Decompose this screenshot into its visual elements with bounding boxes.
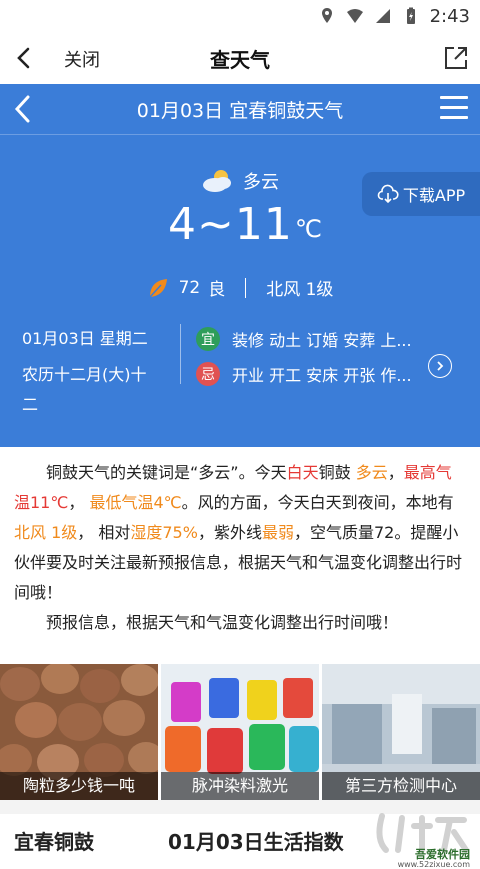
menu-icon[interactable]: [440, 96, 468, 122]
gallery-tile-dye-laser[interactable]: 脉冲染料激光: [161, 664, 319, 800]
article-text: 。风的方面，今天白天到夜间，本地有: [181, 493, 454, 512]
ad-gallery: 陶粒多少钱一吨 脉冲染料激光 第三方检测中心: [0, 664, 480, 800]
weather-nav-title: 01月03日 宜春铜鼓天气: [136, 100, 344, 122]
aqi-separator: [245, 277, 247, 298]
article-text: ，: [68, 493, 90, 512]
yi-badge: 宜: [196, 327, 220, 351]
article-text: ，: [387, 463, 404, 482]
gallery-caption: 脉冲染料激光: [161, 772, 319, 800]
back-arrow-icon[interactable]: [10, 44, 38, 72]
watermark-url: www.52zixue.com: [397, 860, 470, 869]
almanac-more-button[interactable]: [428, 354, 452, 378]
weather-article: 铜鼓天气的关键词是“多云”。今天白天铜鼓 多云，最高气温11℃， 最低气温4℃。…: [14, 458, 464, 638]
download-app-button[interactable]: 下载APP: [362, 172, 480, 216]
yi-row: 宜 装修 动土 订婚 安葬 上...: [196, 327, 412, 351]
status-bar: 2:43: [0, 0, 480, 32]
article-text: ，紫外线: [197, 523, 262, 542]
article-highlight: 最低气温4℃: [89, 493, 182, 512]
cloud-download-icon: [377, 184, 399, 204]
status-icons: 2:43: [318, 0, 470, 32]
close-button[interactable]: 关闭: [64, 46, 100, 72]
article-text: ， 相对: [77, 523, 131, 542]
article-text: 铜鼓: [318, 463, 356, 482]
location-icon: [321, 8, 332, 23]
ji-row: 忌 开业 开工 安床 开张 作...: [196, 362, 412, 386]
ji-badge: 忌: [196, 362, 220, 386]
temperature-unit: ℃: [294, 215, 323, 243]
almanac-date: 01月03日 星期二 农历十二月(大)十二: [22, 324, 162, 420]
ji-text: 开业 开工 安床 开张 作...: [232, 366, 412, 385]
temperature-range: 4~11: [168, 199, 293, 250]
life-index-location: 宜春铜鼓: [14, 830, 94, 854]
article-highlight: 北风 1级: [14, 523, 78, 542]
article-paragraph: 铜鼓天气的关键词是“多云”。今天白天铜鼓 多云，最高气温11℃， 最低气温4℃。…: [14, 458, 464, 608]
gallery-tile-clay-pellets[interactable]: 陶粒多少钱一吨: [0, 664, 158, 800]
weather-nav: 01月03日 宜春铜鼓天气: [0, 84, 480, 135]
battery-icon: [406, 7, 415, 24]
gallery-caption: 陶粒多少钱一吨: [0, 772, 158, 800]
lunar-date: 农历十二月(大)十二: [22, 365, 147, 414]
app-bar: 关闭 查天气: [0, 32, 480, 85]
download-app-label: 下载APP: [402, 186, 466, 205]
leaf-icon: [149, 278, 167, 297]
life-index-title: 01月03日生活指数: [168, 830, 344, 854]
nav-back-icon[interactable]: [8, 93, 40, 125]
article-highlight: 白天: [286, 463, 319, 482]
yi-text: 装修 动土 订婚 安葬 上...: [232, 331, 412, 350]
signal-icon: [375, 9, 390, 23]
aqi-value: 72: [178, 277, 201, 298]
gallery-caption: 第三方检测中心: [322, 772, 480, 800]
wifi-icon: [346, 9, 363, 23]
article-text: 铜鼓天气的关键词是“多云”。今天: [46, 463, 287, 482]
article-paragraph-2: 预报信息，根据天气和气温变化调整出行时间哦！: [46, 613, 399, 632]
weather-hero: 01月03日 宜春铜鼓天气 多云 4~11℃ 下载APP 72 良 北风 1级 …: [0, 84, 480, 447]
open-external-icon[interactable]: [442, 44, 470, 72]
wind-text: 北风 1级: [266, 280, 334, 300]
gallery-tile-testing-center[interactable]: 第三方检测中心: [322, 664, 480, 800]
article-highlight: 湿度75%: [130, 523, 198, 542]
temperature: 4~11℃: [168, 199, 323, 250]
almanac-divider: [180, 324, 181, 384]
chevron-right-icon: [437, 361, 444, 371]
partly-cloudy-icon: [203, 170, 231, 192]
article-highlight: 最弱: [261, 523, 294, 542]
solar-date: 01月03日 星期二: [22, 329, 148, 348]
article-highlight: 多云: [355, 463, 388, 482]
condition-text: 多云: [243, 172, 279, 193]
aqi-level: 良: [208, 280, 226, 300]
life-index-section: 宜春铜鼓 01月03日生活指数 吾爱软件园 www.52zixue.com: [0, 800, 480, 869]
clock: 2:43: [429, 5, 470, 27]
aqi-wind-row: 72 良 北风 1级: [0, 275, 480, 300]
